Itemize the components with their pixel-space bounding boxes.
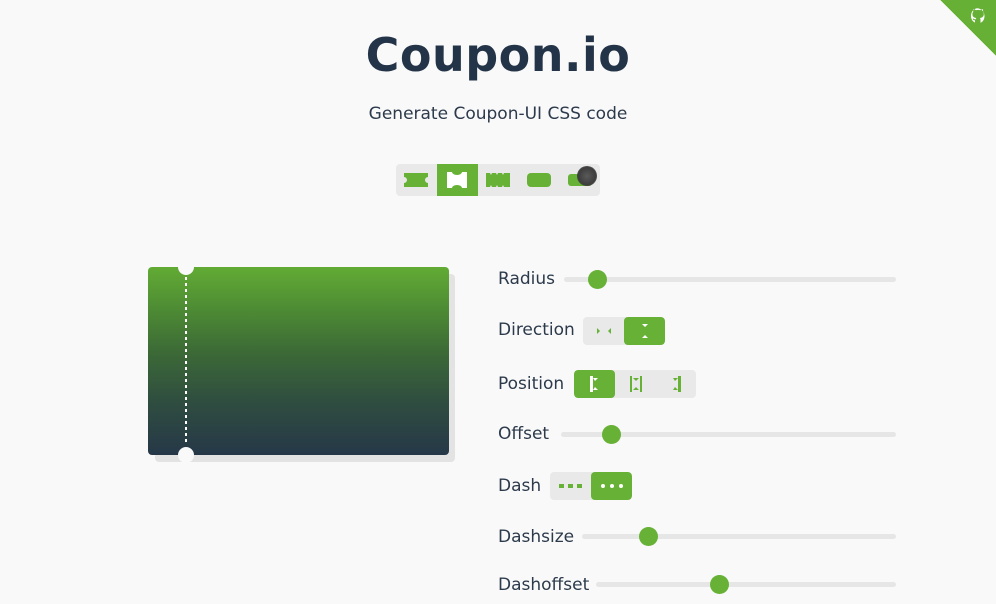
preset-top-bottom-notches-button[interactable]: [436, 164, 478, 196]
position-start-icon: [589, 376, 598, 392]
offset-slider-thumb[interactable]: [602, 425, 622, 444]
coupon-notch-top: [178, 259, 194, 275]
dashsize-label: Dashsize: [498, 527, 575, 547]
direction-horizontal-button[interactable]: [583, 317, 624, 345]
position-center-button[interactable]: [615, 370, 656, 398]
preset-rounded-button[interactable]: [518, 164, 559, 196]
dash-dashed-button[interactable]: [550, 472, 591, 500]
position-toggle-group: [574, 370, 696, 398]
dashoffset-label: Dashoffset: [498, 575, 590, 595]
direction-toggle-group: [583, 317, 665, 345]
dash-dotted-button[interactable]: [591, 472, 632, 500]
position-start-button[interactable]: [574, 370, 615, 398]
dashed-line-icon: [558, 484, 582, 488]
page-subtitle: Generate Coupon-UI CSS code: [368, 104, 628, 124]
mouse-cursor: [577, 166, 597, 186]
coupon-dash-line: [185, 277, 187, 445]
radius-slider[interactable]: [564, 270, 896, 289]
dotted-line-icon: [600, 484, 623, 488]
direction-vertical-button[interactable]: [624, 317, 665, 345]
coupon-wave-edges-icon: [485, 173, 510, 187]
coupon-side-notches-icon: [404, 173, 429, 187]
dashsize-slider-thumb[interactable]: [638, 527, 658, 546]
dashsize-slider[interactable]: [582, 527, 896, 546]
offset-label: Offset: [498, 424, 550, 444]
octocat-icon: [971, 8, 985, 23]
dashoffset-slider-thumb[interactable]: [710, 575, 729, 594]
preset-selector: [396, 164, 600, 196]
preset-wave-edges-button[interactable]: [478, 164, 519, 196]
radius-slider-thumb[interactable]: [588, 270, 608, 289]
coupon-rounded-icon: [526, 173, 551, 187]
coupon-preview: [148, 259, 449, 463]
notch-vertical-icon: [641, 324, 648, 338]
offset-slider[interactable]: [561, 425, 896, 444]
direction-label: Direction: [498, 320, 575, 340]
notch-horizontal-icon: [596, 328, 611, 334]
position-center-icon: [629, 376, 642, 392]
preset-side-notches-button[interactable]: [396, 164, 437, 196]
position-end-icon: [673, 376, 681, 392]
dash-toggle-group: [550, 472, 632, 500]
position-label: Position: [498, 374, 565, 394]
dashoffset-slider[interactable]: [596, 575, 896, 594]
page-title: Coupon.io: [365, 28, 631, 82]
radius-label: Radius: [498, 269, 556, 289]
position-end-button[interactable]: [656, 370, 696, 398]
coupon-top-bottom-notches-icon: [447, 172, 468, 188]
dash-label: Dash: [498, 476, 542, 496]
coupon-notch-bottom: [178, 447, 194, 463]
